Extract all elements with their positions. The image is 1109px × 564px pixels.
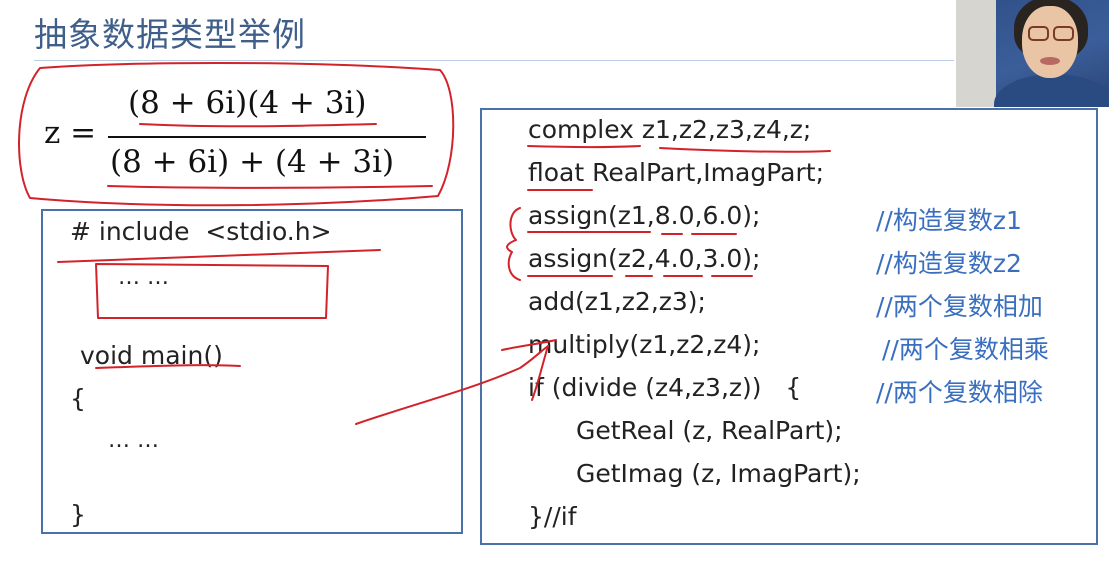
code-line-getreal: GetReal (z, RealPart);: [576, 416, 843, 445]
code-line-assign-z1: assign(z1,8.0,6.0);: [528, 201, 761, 230]
fraction-bar: [108, 136, 426, 138]
formula-lhs: z =: [44, 115, 97, 151]
comment-multiply: //两个复数相乘: [882, 335, 1049, 364]
slide-title: 抽象数据类型举例: [34, 15, 306, 54]
complex-formula: z = (8 + 6i)(4 + 3i) (8 + 6i) + (4 + 3i): [44, 82, 426, 192]
presenter-mouth: [1040, 57, 1060, 65]
code-line-open-brace: {: [70, 384, 86, 413]
formula-denominator: (8 + 6i) + (4 + 3i): [110, 144, 395, 180]
code-line-main: void main(): [80, 341, 223, 370]
code-line-declare-float: float RealPart,ImagPart;: [528, 158, 824, 187]
code-line-divide-if: if (divide (z4,z3,z)) {: [528, 373, 802, 402]
code-line-end-if: }//if: [528, 502, 577, 531]
formula-numerator: (8 + 6i)(4 + 3i): [128, 85, 367, 121]
code-line-add: add(z1,z2,z3);: [528, 287, 706, 316]
slide: 抽象数据类型举例 z = (8 + 6i)(4 + 3i) (8 + 6i) +…: [0, 0, 1109, 564]
code-line-assign-z2: assign(z2,4.0,3.0);: [528, 244, 761, 273]
code-line-close-brace: }: [70, 500, 86, 529]
title-divider: [34, 60, 954, 61]
code-line-include: # include <stdio.h>: [70, 217, 332, 246]
presenter-shoulders: [994, 74, 1109, 107]
webcam-background-wall: [956, 0, 996, 107]
comment-construct-z2: //构造复数z2: [876, 249, 1022, 278]
presenter-webcam: [956, 0, 1109, 107]
code-line-ellipsis: … …: [118, 265, 169, 290]
comment-divide: //两个复数相除: [876, 378, 1043, 407]
program-skeleton-box: [41, 209, 463, 534]
code-line-getimag: GetImag (z, ImagPart);: [576, 459, 861, 488]
glasses-right-lens: [1053, 26, 1074, 41]
presenter-face: [1022, 6, 1078, 78]
code-line-ellipsis: … …: [108, 428, 159, 453]
comment-add: //两个复数相加: [876, 292, 1043, 321]
code-line-declare-complex: complex z1,z2,z3,z4,z;: [528, 115, 812, 144]
code-line-multiply: multiply(z1,z2,z4);: [528, 330, 761, 359]
comment-construct-z1: //构造复数z1: [876, 206, 1022, 235]
glasses-left-lens: [1028, 26, 1049, 41]
